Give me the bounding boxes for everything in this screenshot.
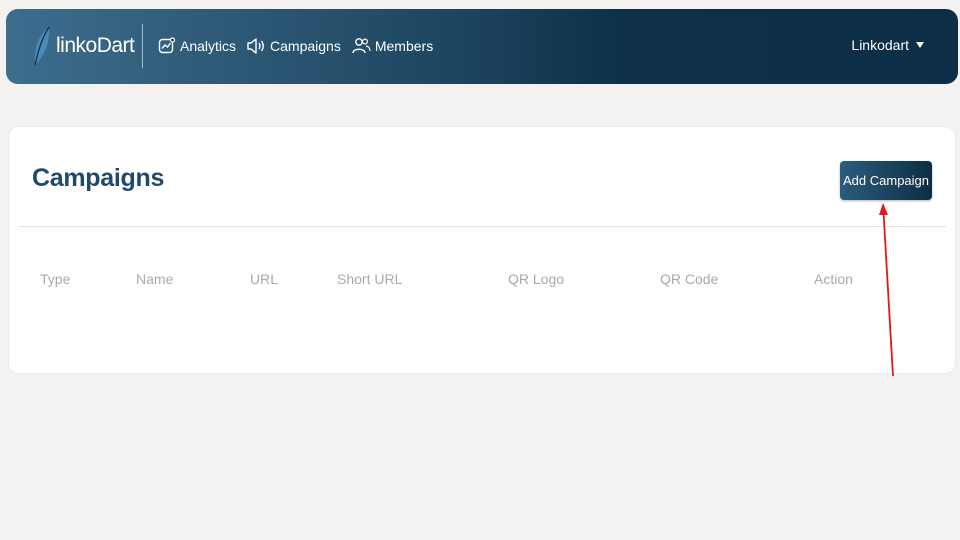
members-icon <box>352 38 371 54</box>
user-menu-dropdown[interactable]: Linkodart <box>851 37 924 53</box>
main-nav: Analytics Campaigns Members <box>158 35 443 57</box>
column-header-qr-logo[interactable]: QR Logo <box>508 271 564 287</box>
page-title: Campaigns <box>32 164 165 192</box>
user-name: Linkodart <box>851 37 909 53</box>
top-navbar: linkoDart Analytics Campaigns Members Li… <box>6 9 958 84</box>
megaphone-icon <box>247 38 264 54</box>
nav-item-members[interactable]: Members <box>351 37 433 55</box>
column-header-url[interactable]: URL <box>250 271 278 287</box>
brand-logo[interactable]: linkoDart <box>32 23 135 69</box>
column-header-qr-code[interactable]: QR Code <box>660 271 718 287</box>
add-campaign-button[interactable]: Add Campaign <box>840 161 932 200</box>
nav-item-label: Members <box>374 38 434 54</box>
analytics-icon <box>158 37 176 54</box>
column-header-type[interactable]: Type <box>40 271 70 287</box>
nav-divider <box>142 24 143 68</box>
dart-leaf-icon <box>34 26 50 66</box>
campaigns-card: Campaigns Add Campaign Type Name URL Sho… <box>9 127 955 373</box>
nav-item-label: Analytics <box>180 38 237 54</box>
brand-name: linkoDart <box>56 34 135 57</box>
nav-item-analytics[interactable]: Analytics <box>158 37 236 55</box>
column-header-short-url[interactable]: Short URL <box>337 271 402 287</box>
header-divider <box>18 226 946 227</box>
nav-item-campaigns[interactable]: Campaigns <box>246 37 341 55</box>
caret-down-icon <box>916 42 924 48</box>
column-header-name[interactable]: Name <box>136 271 173 287</box>
column-header-action[interactable]: Action <box>814 271 853 287</box>
nav-item-label: Campaigns <box>270 38 341 54</box>
